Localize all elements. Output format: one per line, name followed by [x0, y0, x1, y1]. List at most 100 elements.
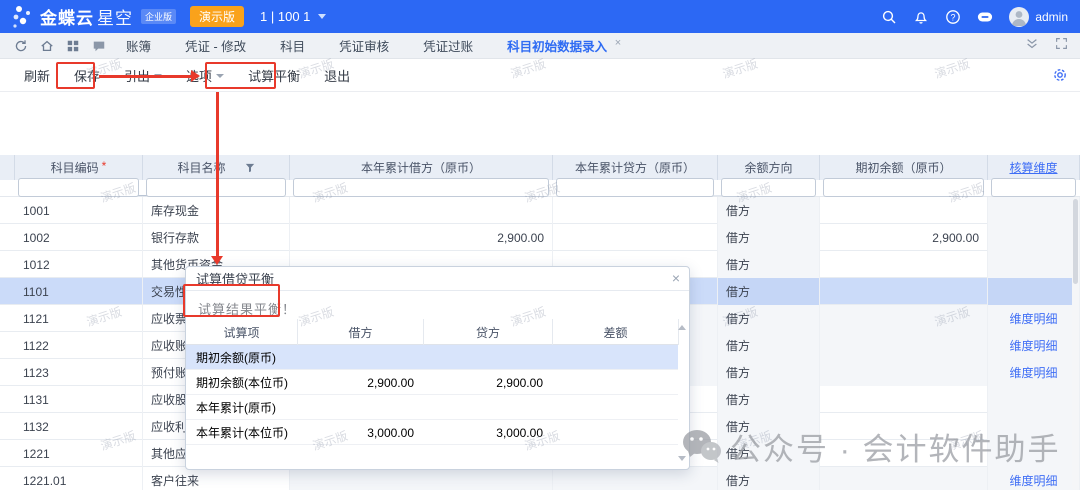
user-avatar[interactable]: [1009, 7, 1029, 27]
grid-filter-input-6[interactable]: [991, 178, 1076, 197]
dialog-cell: 期初余额(原币): [186, 345, 298, 370]
grid-column-header-3[interactable]: 本年累计贷方（原币）: [553, 155, 718, 180]
grid-cell: 1121: [15, 305, 143, 332]
grid-column-header-2[interactable]: 本年累计借方（原币）: [290, 155, 553, 180]
edition-badge: 企业版: [141, 9, 176, 24]
fullscreen-icon[interactable]: [1055, 37, 1068, 50]
grid-cell: 借方: [718, 413, 820, 440]
grid-cell: [820, 332, 988, 359]
account-row-1221.01[interactable]: 1221.01客户往来借方维度明细: [0, 467, 1072, 490]
grid-cell: [988, 197, 1080, 224]
account-row-1001[interactable]: 1001库存现金借方: [0, 197, 1072, 224]
message-bubble-icon[interactable]: [92, 39, 106, 53]
kingdee-logo-icon: [10, 4, 36, 30]
apps-grid-icon[interactable]: [66, 39, 80, 53]
grid-filter-row: [0, 180, 1080, 197]
brand-name: 金蝶云: [40, 4, 94, 29]
feedback-pill-icon[interactable]: [977, 9, 993, 25]
dialog-cell: 本年累计(原币): [186, 395, 298, 420]
dialog-row-0[interactable]: 期初余额(原币): [186, 345, 678, 370]
tab-1[interactable]: 凭证 - 修改: [185, 36, 246, 55]
grid-cell: 1001: [15, 197, 143, 224]
grid-cell: 1123: [15, 359, 143, 386]
refresh-sync-icon[interactable]: [14, 39, 28, 53]
help-icon[interactable]: ?: [945, 9, 961, 25]
grid-filter-input-5[interactable]: [823, 178, 984, 197]
annotation-arrow-line: [99, 75, 191, 78]
account-row-1002[interactable]: 1002银行存款2,900.00借方2,900.00: [0, 224, 1072, 251]
tab-close-icon[interactable]: ×: [615, 37, 621, 49]
grid-cell: [553, 467, 718, 490]
grid-cell: 借方: [718, 278, 820, 305]
dialog-scroll-up-icon[interactable]: [678, 325, 686, 330]
open-tabs: 账簿 凭证 - 修改 科目 凭证审核 凭证过账 科目初始数据录入×: [126, 36, 621, 55]
search-icon[interactable]: [881, 9, 897, 25]
grid-cell: 1221: [15, 440, 143, 467]
svg-text:?: ?: [951, 12, 956, 22]
dimension-detail-link[interactable]: 维度明细: [988, 467, 1080, 490]
grid-cell: [290, 197, 553, 224]
user-menu[interactable]: admin: [1009, 7, 1068, 27]
grid-cell: 借方: [718, 440, 820, 467]
tab-3[interactable]: 凭证审核: [339, 36, 389, 55]
dialog-cell: [298, 395, 424, 420]
home-icon[interactable]: [40, 39, 54, 53]
grid-column-header-6[interactable]: 核算维度: [988, 155, 1080, 180]
grid-cell: 借方: [718, 332, 820, 359]
dimension-detail-link[interactable]: 维度明细: [988, 359, 1080, 386]
scrollbar-thumb[interactable]: [1073, 199, 1078, 284]
dialog-cell: [553, 345, 679, 370]
toolbar-button-5[interactable]: 退出: [324, 66, 350, 85]
dialog-cell: [424, 345, 553, 370]
dialog-cell: 3,000.00: [424, 420, 553, 445]
tab-0[interactable]: 账簿: [126, 36, 151, 55]
grid-cell: 借方: [718, 224, 820, 251]
grid-filter-input-2[interactable]: [293, 178, 549, 197]
dialog-scroll-down-icon[interactable]: [678, 456, 686, 461]
grid-column-header-4[interactable]: 余额方向: [718, 155, 820, 180]
annotation-box-trial-balance: [205, 62, 276, 89]
dialog-cell: [553, 370, 679, 395]
grid-filter-input-4[interactable]: [721, 178, 816, 197]
required-asterisk: *: [102, 159, 107, 173]
dialog-cell: [553, 420, 679, 445]
tab-4[interactable]: 凭证过账: [423, 36, 473, 55]
dialog-cell: [424, 395, 553, 420]
grid-gutter-header: [0, 155, 15, 180]
grid-filter-input-3[interactable]: [556, 178, 714, 197]
org-switcher[interactable]: 1 | 100 1: [260, 9, 310, 24]
tab-active[interactable]: 科目初始数据录入×: [507, 36, 621, 55]
grid-cell: [290, 467, 553, 490]
grid-vertical-scrollbar[interactable]: [1072, 197, 1079, 490]
grid-column-header-5[interactable]: 期初余额（原币）: [820, 155, 988, 180]
grid-cell: [820, 305, 988, 332]
username-label: admin: [1035, 10, 1068, 24]
grid-cell: [820, 413, 988, 440]
toolbar-button-0[interactable]: 刷新: [24, 66, 50, 85]
top-bar: 金蝶云 星空 企业版 演示版 1 | 100 1 ?: [0, 0, 1080, 33]
grid-cell: 1131: [15, 386, 143, 413]
org-caret-icon[interactable]: [318, 14, 326, 19]
grid-cell: [820, 386, 988, 413]
tab-bar: 账簿 凭证 - 修改 科目 凭证审核 凭证过账 科目初始数据录入×: [0, 33, 1080, 59]
dimension-detail-link[interactable]: 维度明细: [988, 332, 1080, 359]
grid-column-header-0[interactable]: 科目编码*: [15, 155, 143, 180]
tab-2[interactable]: 科目: [280, 36, 305, 55]
notification-bell-icon[interactable]: [913, 9, 929, 25]
filter-funnel-icon[interactable]: [245, 163, 255, 173]
dialog-close-icon[interactable]: ×: [672, 270, 680, 286]
grid-cell: 2,900.00: [290, 224, 553, 251]
collapse-tabs-icon[interactable]: [1025, 37, 1039, 51]
dialog-row-2[interactable]: 本年累计(原币): [186, 395, 678, 420]
dialog-row-3[interactable]: 本年累计(本位币)3,000.003,000.00: [186, 420, 678, 445]
dimension-detail-link[interactable]: 维度明细: [988, 305, 1080, 332]
grid-cell: [553, 224, 718, 251]
dialog-row-1[interactable]: 期初余额(本位币)2,900.002,900.00: [186, 370, 678, 395]
grid-cell: [820, 197, 988, 224]
annotation-box-save: [56, 62, 95, 89]
settings-gear-icon[interactable]: [1052, 67, 1068, 83]
grid-cell: [988, 251, 1080, 278]
dialog-cell: 2,900.00: [424, 370, 553, 395]
grid-filter-input-0[interactable]: [18, 178, 139, 197]
dialog-cell: [553, 395, 679, 420]
